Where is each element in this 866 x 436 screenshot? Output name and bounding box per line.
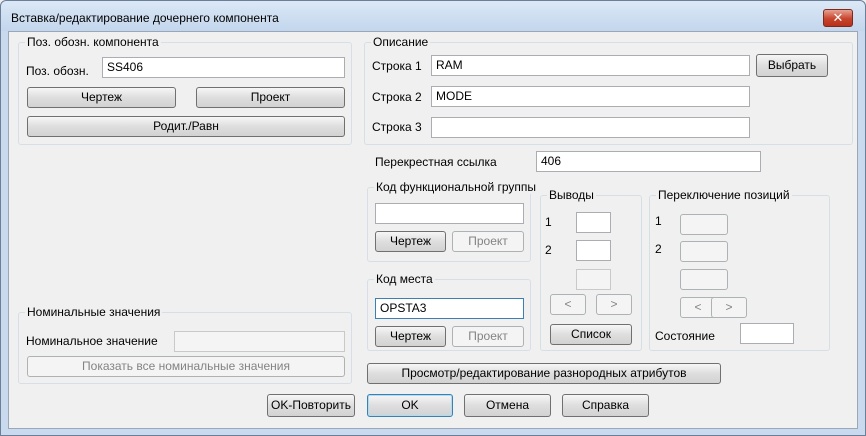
- state-input[interactable]: [740, 323, 794, 344]
- function-group-input[interactable]: [375, 203, 524, 224]
- pos2-button: [680, 241, 728, 262]
- line3-label: Строка 3: [372, 120, 422, 134]
- line2-input[interactable]: MODE: [431, 86, 750, 107]
- select-button[interactable]: Выбрать: [756, 54, 828, 77]
- ratings-title: Номинальные значения: [25, 305, 163, 319]
- line1-input[interactable]: RAM: [431, 55, 750, 76]
- close-button[interactable]: ✕: [823, 9, 853, 27]
- description-title: Описание: [371, 35, 431, 49]
- line2-label: Строка 2: [372, 90, 422, 104]
- line1-label: Строка 1: [372, 59, 422, 73]
- pos1-button: [680, 214, 728, 235]
- pin1-label: 1: [545, 215, 552, 229]
- help-button[interactable]: Справка: [562, 394, 649, 417]
- dialog-window: Вставка/редактирование дочернего компоне…: [0, 0, 866, 436]
- pins-next-button[interactable]: >: [596, 294, 632, 315]
- position-switch-title: Переключение позиций: [656, 188, 792, 202]
- close-icon: ✕: [832, 10, 844, 25]
- tag-project-button[interactable]: Проект: [196, 87, 345, 108]
- function-group-project-button[interactable]: Проект: [452, 231, 524, 252]
- tag-drawing-button[interactable]: Чертеж: [27, 87, 176, 108]
- cancel-button[interactable]: Отмена: [464, 394, 551, 417]
- function-group-drawing-button[interactable]: Чертеж: [375, 231, 446, 252]
- show-all-ratings-button[interactable]: Показать все номинальные значения: [27, 356, 345, 377]
- location-input[interactable]: OPSTA3: [375, 298, 524, 319]
- tag-input[interactable]: SS406: [102, 57, 345, 78]
- location-title: Код места: [374, 272, 435, 286]
- parent-sibling-button[interactable]: Родит./Равн: [27, 116, 345, 137]
- function-group-title: Код функциональной группы: [374, 180, 539, 194]
- dialog-client-area: Поз. обозн. компонента Поз. обозн. SS406…: [8, 31, 858, 429]
- window-title: Вставка/редактирование дочернего компоне…: [11, 11, 279, 25]
- rating-label: Номинальное значение: [26, 334, 158, 348]
- pos3-button: [680, 269, 728, 290]
- location-drawing-button[interactable]: Чертеж: [375, 326, 446, 347]
- state-label: Состояние: [655, 329, 715, 343]
- edit-attributes-button[interactable]: Просмотр/редактирование разнородных атри…: [367, 363, 721, 384]
- pins-title: Выводы: [547, 188, 596, 202]
- crossref-label: Перекрестная ссылка: [375, 155, 497, 169]
- pin2-label: 2: [545, 243, 552, 257]
- crossref-input[interactable]: 406: [536, 151, 761, 172]
- ok-repeat-button[interactable]: OK-Повторить: [267, 394, 355, 417]
- tag-group-title: Поз. обозн. компонента: [25, 35, 161, 49]
- pin1-input[interactable]: [576, 212, 611, 233]
- title-bar[interactable]: Вставка/редактирование дочернего компоне…: [1, 1, 865, 31]
- location-project-button[interactable]: Проект: [452, 326, 524, 347]
- line3-input[interactable]: [431, 117, 750, 138]
- pins-prev-button[interactable]: <: [550, 294, 586, 315]
- rating-input: [174, 331, 345, 352]
- pin2-input[interactable]: [576, 240, 611, 261]
- tag-label: Поз. обозн.: [26, 64, 89, 78]
- pos2-label: 2: [655, 242, 662, 256]
- pins-list-button[interactable]: Список: [550, 324, 632, 345]
- pos1-label: 1: [655, 214, 662, 228]
- ok-button[interactable]: OK: [367, 394, 453, 417]
- pin3-input: [576, 269, 611, 290]
- positions-next-button[interactable]: >: [711, 297, 747, 318]
